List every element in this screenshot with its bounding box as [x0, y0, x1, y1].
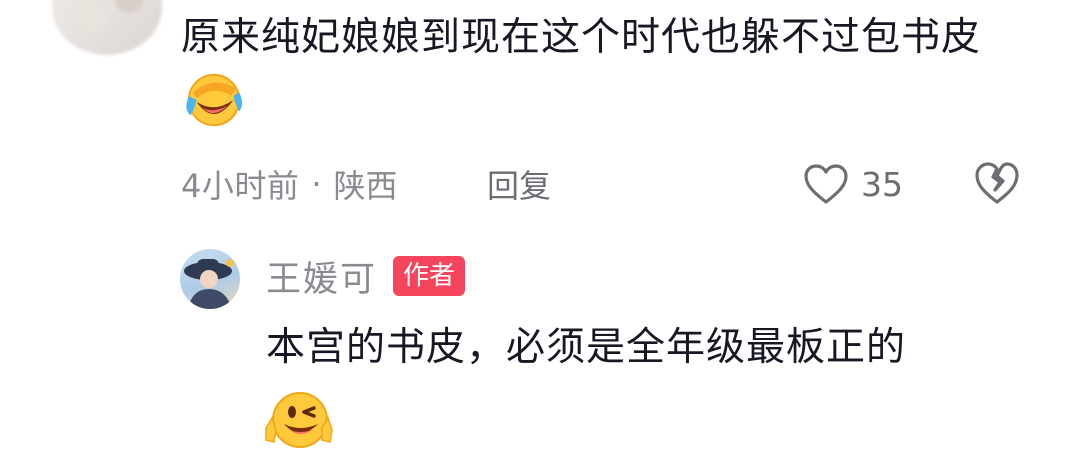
reply-author-row: 王媛可 作者: [266, 251, 466, 302]
comment-meta-row: 4小时前 · 陕西 回复 35: [181, 160, 1041, 208]
commenter-avatar[interactable]: [52, 0, 162, 55]
laughing-crying-emoji-icon: [186, 73, 243, 126]
reply-button[interactable]: 回复: [487, 161, 551, 207]
comment-text: 原来纯妃娘娘到现在这个时代也躲不过包书皮: [181, 6, 1041, 134]
comment-body: 原来纯妃娘娘到现在这个时代也躲不过包书皮: [181, 15, 982, 60]
broken-heart-icon: [975, 162, 1019, 204]
heart-icon: [804, 164, 848, 204]
reply-text: 本宫的书皮，必须是全年级最板正的: [266, 325, 907, 370]
author-badge: 作者: [393, 256, 466, 296]
meta-separator: ·: [311, 165, 322, 203]
like-button[interactable]: 35: [803, 163, 903, 205]
dislike-button[interactable]: [973, 160, 1021, 214]
like-count: 35: [861, 164, 903, 204]
comment-location: 陕西: [333, 167, 398, 205]
avatar-photo-icon: [184, 259, 234, 309]
comment-time: 4小时前: [181, 167, 300, 205]
reply-author-name[interactable]: 王媛可: [266, 251, 377, 302]
wink-peace-emoji-icon: [265, 392, 333, 448]
reply-author-avatar[interactable]: [180, 249, 240, 309]
